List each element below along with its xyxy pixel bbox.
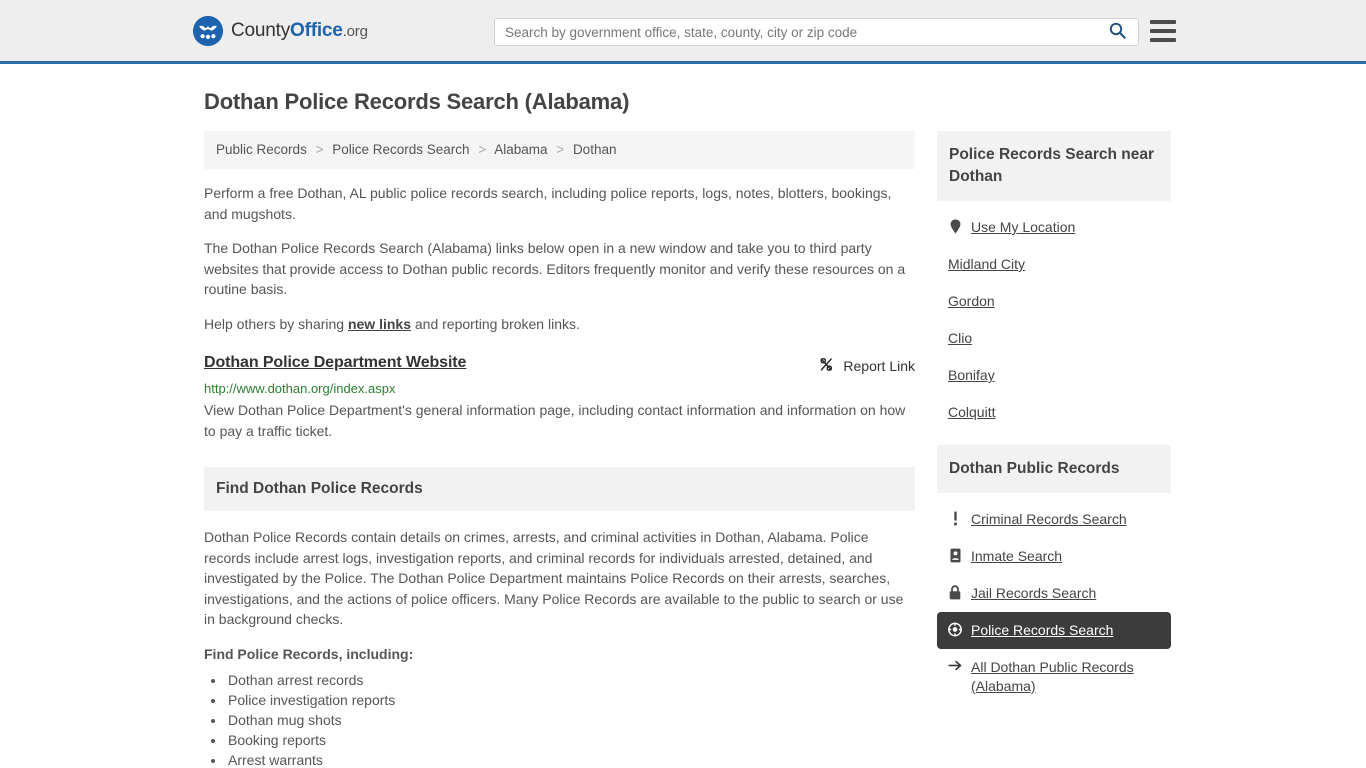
sidebar-item-criminal-records-search[interactable]: Criminal Records Search <box>937 501 1171 538</box>
arrow-right-icon <box>948 658 962 672</box>
content-columns: Public Records > Police Records Search >… <box>204 131 1171 768</box>
site-header: CountyOffice.org <box>0 0 1366 64</box>
list-item: Dothan mug shots <box>226 710 915 730</box>
sidebar-link[interactable]: Midland City <box>948 255 1025 274</box>
page-container: Dothan Police Records Search (Alabama) P… <box>0 89 1366 768</box>
breadcrumb-separator: > <box>315 142 324 157</box>
sidebar-link[interactable]: Inmate Search <box>971 547 1062 566</box>
result-description: View Dothan Police Department's general … <box>204 402 906 439</box>
share-text-before: Help others by sharing <box>204 315 348 332</box>
exclamation-icon <box>948 510 962 526</box>
site-logo[interactable]: CountyOffice.org <box>193 15 368 46</box>
sidebar-item-gordon[interactable]: Gordon <box>937 283 1171 320</box>
sidebar-item-inmate-search[interactable]: Inmate Search <box>937 538 1171 575</box>
list-item: Police investigation reports <box>226 690 915 710</box>
brand-part2: Office <box>290 19 343 41</box>
sidebar-nearby-list: Use My Location Midland City Gordon Clio… <box>937 201 1171 431</box>
lock-icon <box>948 584 962 600</box>
sidebar: Police Records Search near Dothan Use My… <box>937 131 1171 768</box>
list-item: Booking reports <box>226 730 915 750</box>
sidebar-item-clio[interactable]: Clio <box>937 320 1171 357</box>
breadcrumb-item-police-records-search[interactable]: Police Records Search <box>332 142 469 157</box>
share-text-after: and reporting broken links. <box>411 315 580 332</box>
sidebar-link[interactable]: All Dothan Public Records (Alabama) <box>971 658 1160 696</box>
sidebar-card-public-records: Dothan Public Records Criminal Records S… <box>937 445 1171 705</box>
result-url[interactable]: http://www.dothan.org/index.aspx <box>204 381 915 396</box>
sidebar-public-records-heading: Dothan Public Records <box>937 445 1171 493</box>
intro-paragraph-2: The Dothan Police Records Search (Alabam… <box>204 240 906 297</box>
sidebar-nearby-heading: Police Records Search near Dothan <box>937 131 1171 201</box>
list-item: Dothan arrest records <box>226 670 915 690</box>
records-list: Dothan arrest records Police investigati… <box>226 670 915 768</box>
id-badge-icon <box>948 547 962 563</box>
breadcrumb-item-dothan: Dothan <box>572 142 617 157</box>
page-title: Dothan Police Records Search (Alabama) <box>204 89 630 114</box>
find-records-section-body: Dothan Police Records contain details on… <box>204 511 915 768</box>
search-button[interactable] <box>1102 19 1138 45</box>
search-bar[interactable] <box>494 18 1139 46</box>
sidebar-item-all-dothan-public-records[interactable]: All Dothan Public Records (Alabama) <box>937 649 1171 705</box>
sidebar-link[interactable]: Bonifay <box>948 366 995 385</box>
sidebar-link[interactable]: Colquitt <box>948 403 995 422</box>
crosshair-icon <box>948 621 962 637</box>
sidebar-item-bonifay[interactable]: Bonifay <box>937 357 1171 394</box>
list-item: Arrest warrants <box>226 750 915 768</box>
hamburger-menu-icon[interactable] <box>1150 20 1176 42</box>
intro-paragraph-3: Help others by sharing new links and rep… <box>204 314 915 335</box>
report-link-label: Report Link <box>843 358 915 374</box>
brand-text: CountyOffice.org <box>231 20 368 42</box>
sidebar-item-police-records-search[interactable]: Police Records Search <box>937 612 1171 649</box>
countyoffice-eagle-icon <box>193 15 223 46</box>
sidebar-public-records-list: Criminal Records Search Inmate Search Ja… <box>937 493 1171 705</box>
sidebar-card-nearby: Police Records Search near Dothan Use My… <box>937 131 1171 431</box>
sidebar-link[interactable]: Criminal Records Search <box>971 510 1127 529</box>
search-input[interactable] <box>495 19 1102 45</box>
breadcrumb-separator: > <box>556 142 565 157</box>
find-records-section-heading: Find Dothan Police Records <box>204 467 915 511</box>
breadcrumb-item-public-records[interactable]: Public Records <box>216 142 307 157</box>
map-pin-icon <box>948 218 962 234</box>
search-icon <box>1109 22 1126 42</box>
breadcrumb: Public Records > Police Records Search >… <box>204 131 915 169</box>
breadcrumb-item-alabama[interactable]: Alabama <box>494 142 547 157</box>
report-link-button[interactable]: Report Link <box>818 354 915 376</box>
breadcrumb-separator: > <box>478 142 487 157</box>
new-links-link[interactable]: new links <box>348 316 411 332</box>
sidebar-link[interactable]: Police Records Search <box>971 621 1113 640</box>
intro-paragraph-1: Perform a free Dothan, AL public police … <box>204 185 892 222</box>
sidebar-item-jail-records-search[interactable]: Jail Records Search <box>937 575 1171 612</box>
result-title-link[interactable]: Dothan Police Department Website <box>204 354 466 372</box>
brand-tld: .org <box>342 22 368 40</box>
result-header-row: Dothan Police Department Website Report … <box>204 354 915 376</box>
sidebar-item-use-my-location[interactable]: Use My Location <box>937 209 1171 246</box>
main-content: Public Records > Police Records Search >… <box>204 131 915 768</box>
sidebar-item-colquitt[interactable]: Colquitt <box>937 394 1171 431</box>
brand-part1: County <box>231 19 291 41</box>
sidebar-link[interactable]: Clio <box>948 329 972 348</box>
sidebar-link[interactable]: Gordon <box>948 292 995 311</box>
section-subheading: Find Police Records, including: <box>204 645 414 662</box>
sidebar-item-midland-city[interactable]: Midland City <box>937 246 1171 283</box>
section-paragraph: Dothan Police Records contain details on… <box>204 529 904 627</box>
broken-link-icon <box>818 356 835 376</box>
result-item: Dothan Police Department Website Report … <box>204 354 915 441</box>
sidebar-link[interactable]: Jail Records Search <box>971 584 1096 603</box>
sidebar-link[interactable]: Use My Location <box>971 218 1075 237</box>
